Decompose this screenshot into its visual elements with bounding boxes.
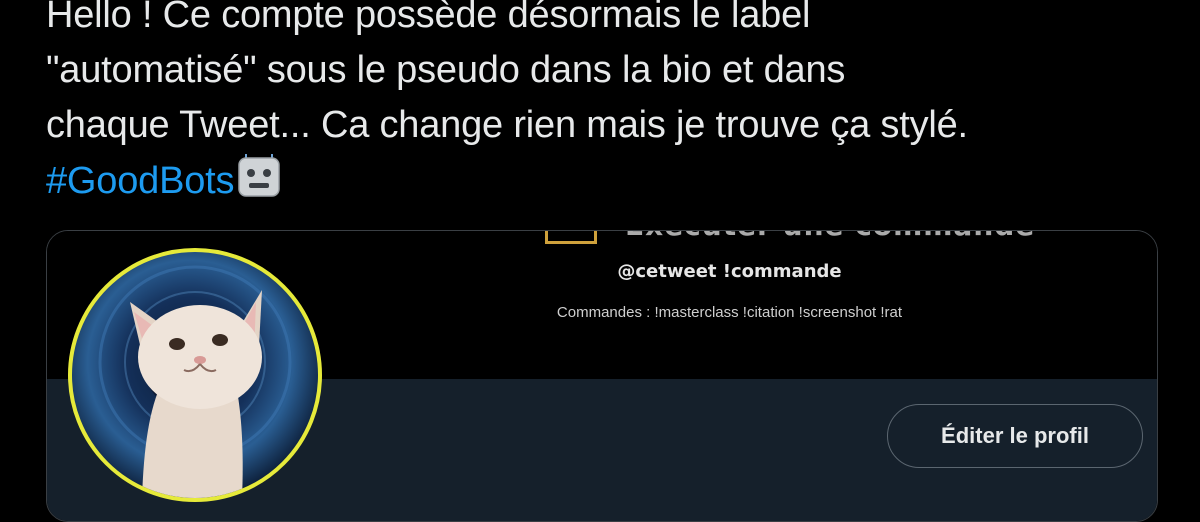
tweet-text: Hello ! Ce compte possède désormais le l… [46, 0, 1166, 209]
robot-face-icon [236, 153, 282, 199]
tweet-line-2: "automatisé" sous le pseudo dans la bio … [46, 49, 846, 91]
banner-box-icon [545, 231, 597, 244]
edit-profile-button[interactable]: Éditer le profil [887, 404, 1143, 468]
hashtag-link[interactable]: #GoodBots [46, 160, 235, 202]
tweet-line-3: chaque Tweet... Ca change rien mais je t… [46, 104, 968, 146]
avatar[interactable] [68, 248, 322, 502]
banner-heading: Exécuter une commande [625, 231, 1035, 242]
tweet-line-1: Hello ! Ce compte possède désormais le l… [46, 0, 811, 36]
cat-avatar-image [98, 265, 292, 498]
